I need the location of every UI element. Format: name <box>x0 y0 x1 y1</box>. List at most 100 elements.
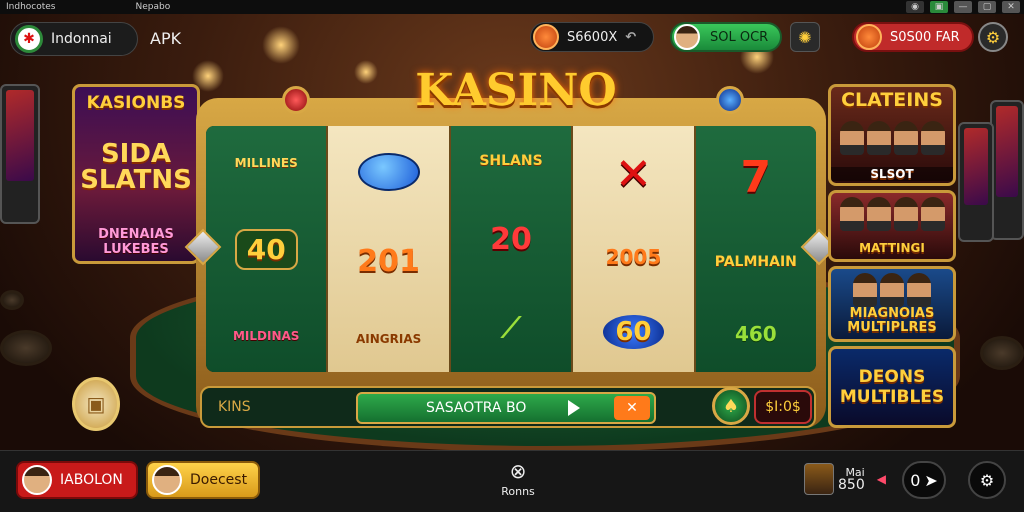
heart-icon: ◀ <box>876 472 886 486</box>
reel-symbol: 60 <box>603 315 664 350</box>
player-avatar <box>804 463 834 495</box>
reel-symbol: MILLINES <box>234 155 298 170</box>
rooms-icon: ⊗ <box>509 459 527 483</box>
app-title: Indhocotes <box>6 2 56 12</box>
minimize-button[interactable]: — <box>954 1 972 13</box>
app-badge[interactable]: ✱ Indonnai <box>10 22 138 56</box>
game-title: KASINO <box>415 64 617 116</box>
spin-label: SASAOTRA BO <box>426 400 527 416</box>
user-avatar <box>674 24 700 50</box>
reel-3: SHLANS 20 ⟋ <box>450 126 574 372</box>
reels-area: MILLINES 40 MILDINAS 201 AINGRIAS SHLANS… <box>206 126 816 372</box>
window-title: Nepabo <box>135 2 171 12</box>
blue-gem-icon <box>716 86 744 114</box>
reel-symbol: 201 <box>357 243 420 279</box>
slot-machine-right-2 <box>958 122 994 242</box>
wand-icon: ⟋ <box>501 311 521 345</box>
control-bar: KINS SASAOTRA BO ✕ ♠ $I:0$ <box>200 386 816 428</box>
slot-machine-right <box>990 100 1024 240</box>
rooms-button[interactable]: ⊗ Ronns <box>488 459 548 498</box>
player-stat: Mai 850 <box>838 466 865 492</box>
promo-title: MATTINGI <box>859 241 925 255</box>
promo-card-miagnoias[interactable]: MIAGNOIAS MULTIPLRES <box>828 266 956 342</box>
bet-button[interactable]: $I:0$ <box>754 390 812 424</box>
faces-group <box>831 197 953 231</box>
promo-card-deons[interactable]: DEONS MULTIBLES <box>828 346 956 428</box>
balance-value: S0S00 FAR <box>890 29 960 45</box>
reel-symbol: 460 <box>734 322 777 347</box>
bottom-bar: IABOLON Doecest ⊗ Ronns Mai 850 ◀ 0 ➤ ⚙ <box>0 450 1024 512</box>
deposit-button[interactable]: Doecest <box>146 461 260 499</box>
reel-symbol: 40 <box>234 228 298 270</box>
faces-group <box>831 121 953 155</box>
status-icon: ▣ <box>930 1 948 13</box>
avatar <box>152 465 182 495</box>
kins-label: KINS <box>218 399 251 415</box>
seven-icon: 7 <box>740 151 772 203</box>
gem-icon <box>357 152 420 191</box>
play-icon <box>568 400 580 416</box>
reel-4: ✕ 2005 60 <box>573 126 696 372</box>
gift-icon[interactable]: ▣ <box>72 377 120 431</box>
coins-pill[interactable]: S6600X ↶ <box>530 22 654 52</box>
counter-button[interactable]: 0 ➤ <box>902 461 946 499</box>
reel-symbol: 2005 <box>605 245 662 270</box>
title-bar: Indhocotes Nepabo ◉ ▣ — ▢ ✕ <box>0 0 1024 14</box>
reel-2: 201 AINGRIAS <box>328 126 451 372</box>
maximize-button[interactable]: ▢ <box>978 1 996 13</box>
faces-group <box>831 273 953 307</box>
promo-card-clateins[interactable]: CLATEINS SLSOT <box>828 84 956 186</box>
reel-symbol: SHLANS <box>479 152 543 169</box>
promo-title: DEONS MULTIBLES <box>839 367 945 407</box>
deposit-label: Doecest <box>190 472 248 488</box>
settings-button[interactable]: ⚙ <box>968 461 1006 499</box>
sun-icon[interactable]: ✺ <box>790 22 820 52</box>
promo-title: MIAGNOIAS MULTIPLRES <box>847 306 937 335</box>
reel-5: 7 PALMHAIN 460 <box>695 126 816 372</box>
bokeh-light <box>262 26 300 64</box>
app-logo-icon: ✱ <box>15 25 43 53</box>
left-action-label: IABOLON <box>60 472 123 488</box>
gear-icon: ⚙ <box>979 470 995 490</box>
player-stats[interactable]: Mai 850 ◀ <box>804 463 886 495</box>
red-gem-icon <box>282 86 310 114</box>
reel-1: MILLINES 40 MILDINAS <box>206 126 329 372</box>
promo-subtitle: SLSOT <box>831 167 953 181</box>
promo-card-mattingi[interactable]: MATTINGI <box>828 190 956 262</box>
promo-card-left[interactable]: KASIONBS SIDA SLATNS DNENAIAS LUKEBES <box>72 84 200 264</box>
app-name: Indonnai <box>51 31 112 47</box>
settings-icon[interactable]: ⚙ <box>978 22 1008 52</box>
bokeh-light <box>354 60 378 84</box>
cancel-icon[interactable]: ✕ <box>614 396 650 420</box>
coin-icon <box>533 24 559 50</box>
sol-ocr-button[interactable]: SOL OCR <box>670 22 782 52</box>
promo-subtitle: DNENAIAS LUKEBES <box>98 227 174 257</box>
spin-button[interactable]: SASAOTRA BO ✕ <box>356 392 656 424</box>
leaf-icon: ♠ <box>722 395 740 417</box>
counter-value: 0 <box>910 470 921 490</box>
promo-headline: SIDA SLATNS <box>80 139 192 195</box>
apk-label: APK <box>150 29 182 48</box>
close-button[interactable]: ✕ <box>1002 1 1020 13</box>
coin-icon <box>856 24 882 50</box>
coins-value: S6600X <box>567 29 618 45</box>
slot-machine-left <box>0 84 40 224</box>
stool <box>980 336 1024 370</box>
stat-value: 850 <box>838 477 865 493</box>
sol-ocr-label: SOL OCR <box>710 29 769 45</box>
rooms-label: Ronns <box>501 485 535 498</box>
slot-frame: MILLINES 40 MILDINAS 201 AINGRIAS SHLANS… <box>196 98 826 428</box>
arrow-icon: ↶ <box>625 29 637 45</box>
left-action-button[interactable]: IABOLON <box>16 461 138 499</box>
auto-spin-button[interactable]: ♠ <box>712 387 750 425</box>
reel-symbol: MILDINAS <box>232 328 300 343</box>
promo-title: CLATEINS <box>841 89 943 111</box>
settings-icon[interactable]: ◉ <box>906 1 924 13</box>
balance-pill[interactable]: S0S00 FAR <box>852 22 974 52</box>
reel-symbol: PALMHAIN <box>714 254 797 271</box>
avatar <box>22 465 52 495</box>
x-symbol-icon: ✕ <box>614 148 652 200</box>
send-icon: ➤ <box>924 470 938 490</box>
stool <box>0 330 52 366</box>
stool <box>0 290 24 310</box>
